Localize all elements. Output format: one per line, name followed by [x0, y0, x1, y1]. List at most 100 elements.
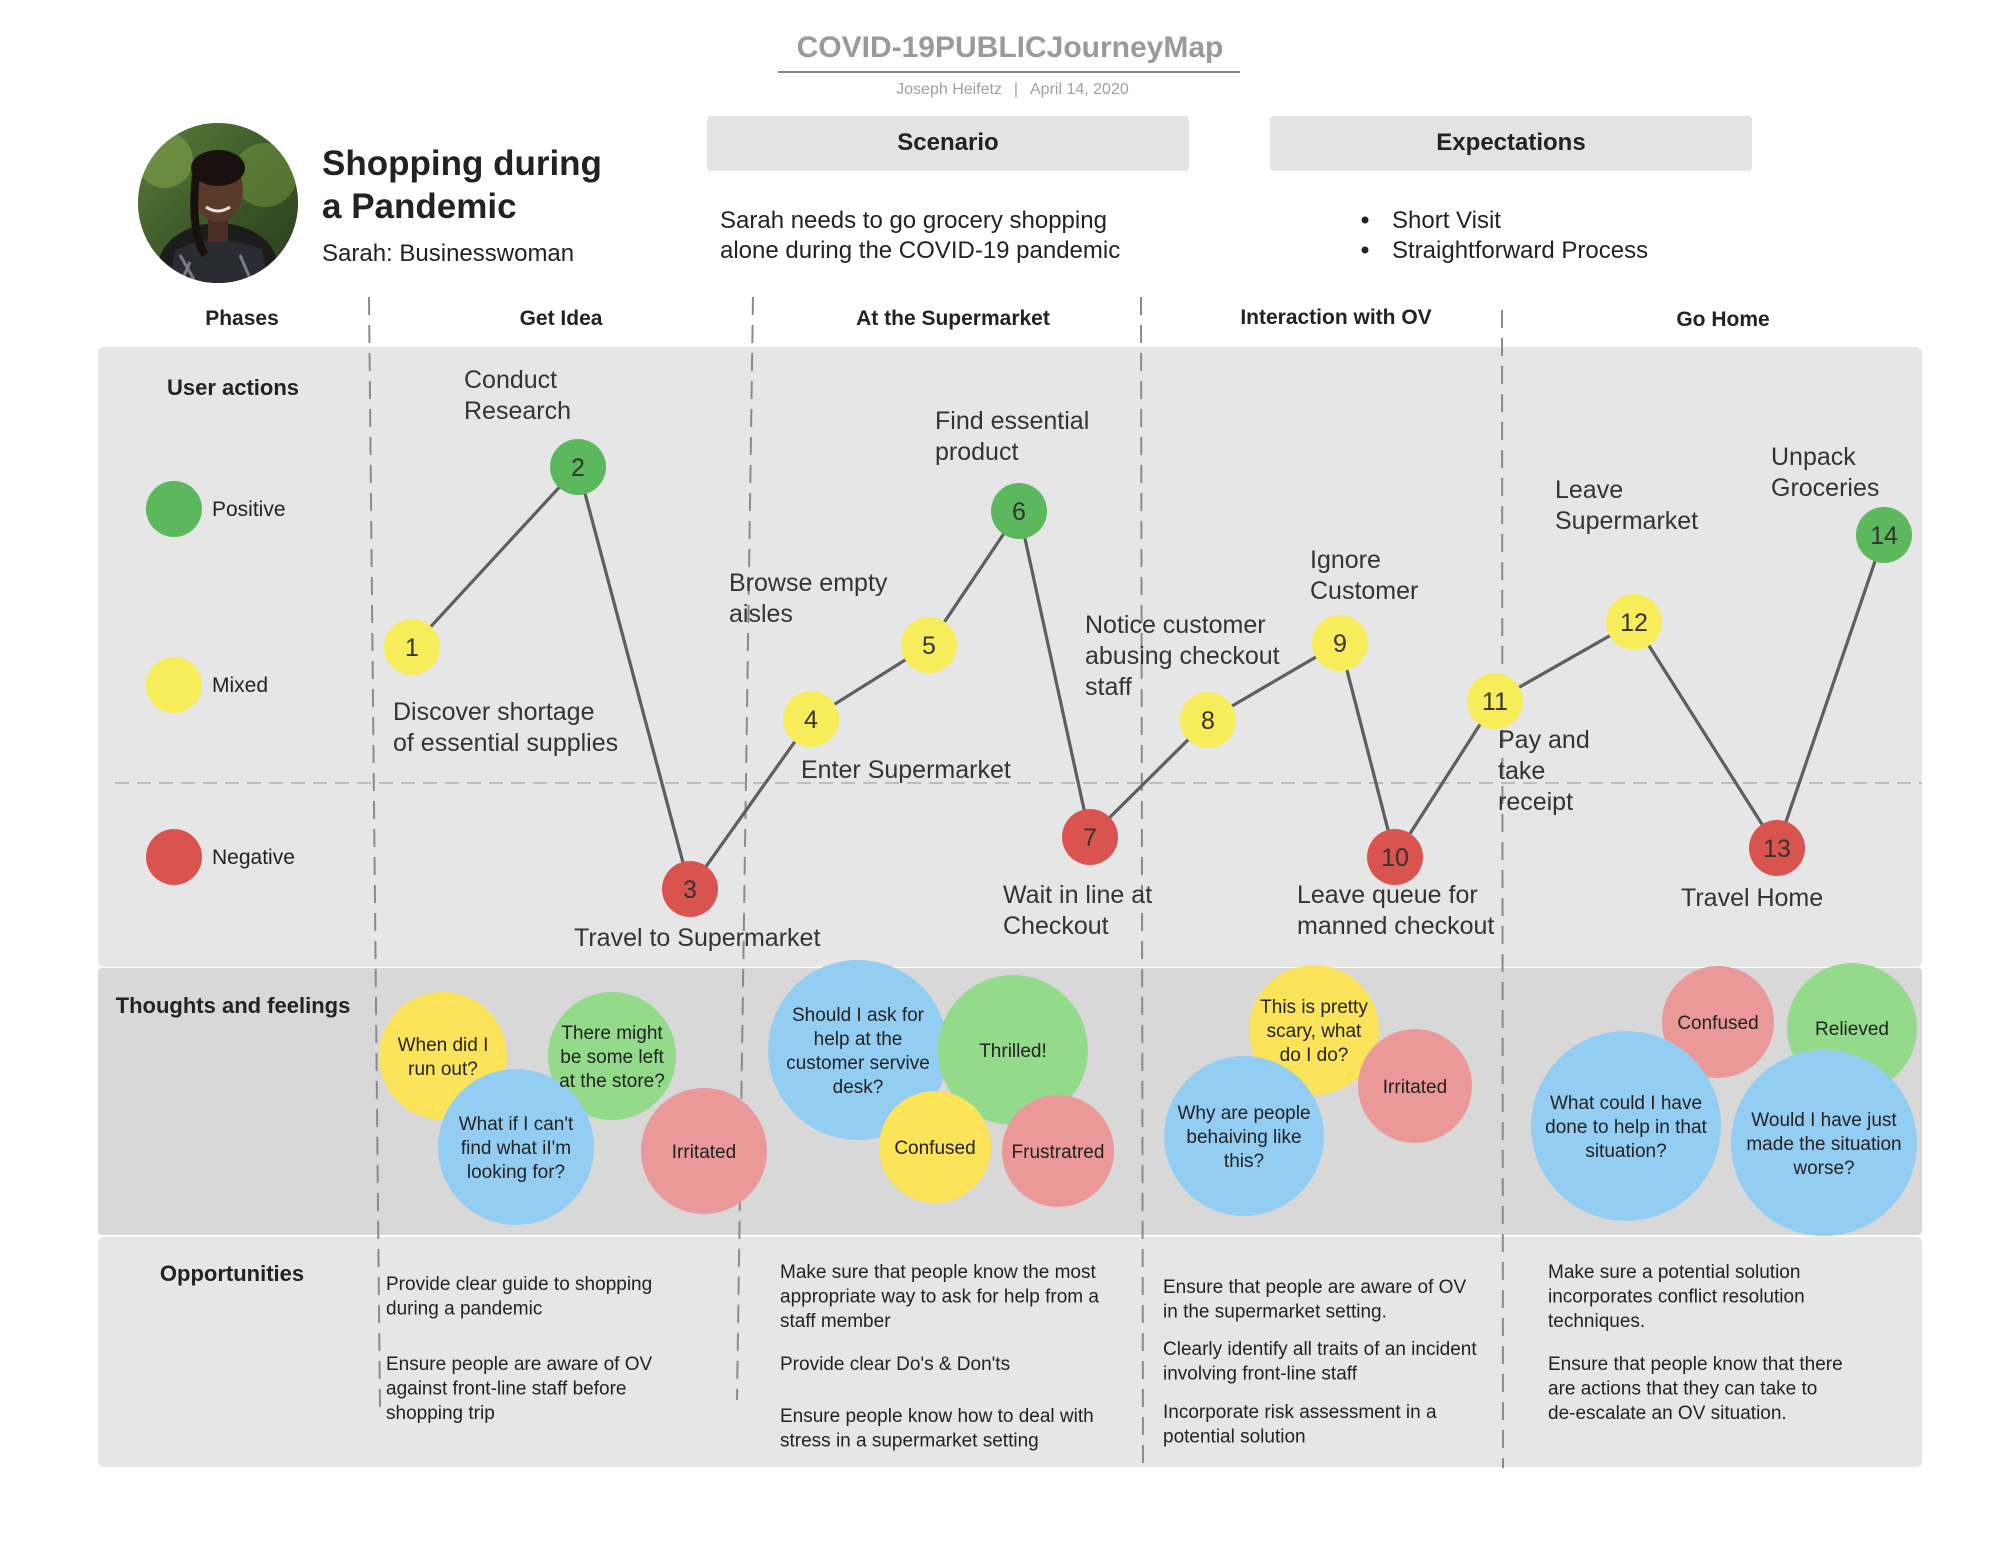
opportunity-item: shopping trip: [386, 1403, 495, 1424]
thought-text: help at the: [814, 1029, 903, 1050]
opportunity-item: appropriate way to ask for help from a: [780, 1287, 1099, 1308]
step-label-10: manned checkout: [1297, 912, 1494, 940]
step-label-14: Groceries: [1771, 474, 1879, 502]
thought-text: What could I have: [1550, 1093, 1702, 1114]
step-number-3: 3: [683, 876, 697, 904]
scenario-text-2: alone during the COVID-19 pandemic: [720, 237, 1120, 264]
step-label-12: Supermarket: [1555, 507, 1698, 535]
header-separator: |: [1014, 81, 1018, 98]
legend-negative-icon: [146, 829, 202, 885]
scenario-text-1: Sarah needs to go grocery shopping: [720, 207, 1107, 234]
thought-text: Why are people: [1177, 1103, 1310, 1124]
thought-text: Should I ask for: [792, 1005, 925, 1026]
step-number-6: 6: [1012, 498, 1026, 526]
step-label-2: Research: [464, 397, 571, 425]
legend-positive-label: Positive: [212, 498, 286, 521]
opportunity-item: de-escalate an OV situation.: [1548, 1403, 1787, 1424]
step-label-5: Browse empty: [729, 569, 888, 597]
opportunity-item: Provide clear Do's & Don'ts: [780, 1354, 1010, 1375]
step-number-11: 11: [1482, 688, 1508, 716]
thought-text: Irritated: [672, 1142, 736, 1163]
opportunity-item: against front-line staff before: [386, 1379, 626, 1400]
opportunity-item: stress in a supermarket setting: [780, 1431, 1039, 1452]
step-number-7: 7: [1083, 824, 1097, 852]
thought-text: desk?: [833, 1077, 884, 1098]
opportunity-item: incorporates conflict resolution: [1548, 1287, 1805, 1308]
thought-text: What if I can't: [459, 1114, 574, 1135]
step-number-10: 10: [1381, 844, 1409, 872]
opportunity-item: during a pandemic: [386, 1299, 542, 1320]
step-number-14: 14: [1870, 522, 1898, 550]
opportunity-item: potential solution: [1163, 1427, 1306, 1448]
journey-map: COVID-19PUBLICJourneyMap Joseph Heifetz …: [98, 31, 1922, 1469]
persona-title-1: Shopping during: [322, 144, 602, 183]
persona-title-2: a Pandemic: [322, 187, 517, 226]
expectation-item: Short Visit: [1392, 207, 1501, 234]
step-label-11: receipt: [1498, 788, 1573, 816]
thought-text: situation?: [1585, 1141, 1666, 1162]
step-label-10: Leave queue for: [1297, 881, 1478, 909]
thought-text: run out?: [408, 1059, 478, 1080]
thought-text: scary, what: [1267, 1021, 1362, 1042]
bullet-icon: [1361, 246, 1369, 254]
thought-text: Would I have just: [1751, 1110, 1897, 1131]
opportunity-item: in the supermarket setting.: [1163, 1302, 1387, 1323]
thought-text: done to help in that: [1545, 1117, 1707, 1138]
step-label-3: Travel to Supermarket: [574, 924, 820, 952]
step-label-11: take: [1498, 757, 1545, 785]
thought-text: looking for?: [467, 1162, 565, 1183]
legend-negative-label: Negative: [212, 846, 295, 869]
step-label-2: Conduct: [464, 366, 557, 394]
step-number-2: 2: [571, 454, 585, 482]
opportunity-item: staff member: [780, 1311, 891, 1332]
thought-text: customer servive: [786, 1053, 930, 1074]
thought-text: When did I: [398, 1035, 489, 1056]
step-label-11: Pay and: [1498, 726, 1590, 754]
legend-mixed-label: Mixed: [212, 674, 268, 697]
opportunity-item: techniques.: [1548, 1311, 1645, 1332]
step-label-7: Checkout: [1003, 912, 1109, 940]
step-label-1: Discover shortage: [393, 698, 594, 726]
thought-text: Relieved: [1815, 1019, 1889, 1040]
expectation-item: Straightforward Process: [1392, 237, 1648, 264]
expectations-label: Expectations: [1436, 129, 1585, 156]
thought-text: Frustratred: [1012, 1142, 1105, 1163]
scenario-label: Scenario: [897, 129, 998, 156]
thought-text: do I do?: [1280, 1045, 1349, 1066]
date: April 14, 2020: [1030, 81, 1129, 98]
phase-interaction-ov: Interaction with OV: [1240, 306, 1431, 329]
step-label-7: Wait in line at: [1003, 881, 1152, 909]
step-label-5: aisles: [729, 600, 793, 628]
opportunity-item: Make sure a potential solution: [1548, 1262, 1800, 1283]
persona-subtitle: Sarah: Businesswoman: [322, 240, 574, 267]
step-number-8: 8: [1201, 707, 1215, 735]
opportunity-item: Provide clear guide to shopping: [386, 1274, 652, 1295]
thought-text: There might: [561, 1023, 663, 1044]
step-label-12: Leave: [1555, 476, 1623, 504]
step-label-9: Customer: [1310, 577, 1418, 605]
step-label-13: Travel Home: [1681, 884, 1823, 912]
phase-at-supermarket: At the Supermarket: [856, 307, 1050, 330]
thought-text: Confused: [1677, 1013, 1758, 1034]
author: Joseph Heifetz: [896, 81, 1002, 98]
thought-text: made the situation: [1746, 1134, 1901, 1155]
thought-text: This is pretty: [1260, 997, 1368, 1018]
step-label-8: abusing checkout: [1085, 642, 1280, 670]
thought-text: this?: [1224, 1151, 1264, 1172]
phases-label: Phases: [205, 307, 279, 330]
opportunities-label: Opportunities: [160, 1261, 304, 1286]
expectations-list: Short Visit Straightforward Process: [1361, 207, 1648, 264]
map-title: COVID-19PUBLICJourneyMap: [797, 31, 1224, 64]
step-label-14: Unpack: [1771, 443, 1856, 471]
thought-text: worse?: [1792, 1158, 1854, 1179]
step-label-9: Ignore: [1310, 546, 1381, 574]
step-number-9: 9: [1333, 630, 1347, 658]
thought-text: Confused: [894, 1138, 975, 1159]
user-actions-label: User actions: [167, 375, 299, 400]
step-number-12: 12: [1620, 609, 1648, 637]
thought-text: Thrilled!: [979, 1041, 1047, 1062]
phase-get-idea: Get Idea: [520, 307, 603, 330]
opportunity-item: Make sure that people know the most: [780, 1262, 1097, 1283]
phase-go-home: Go Home: [1676, 308, 1769, 331]
opportunity-item: Ensure people are aware of OV: [386, 1354, 652, 1375]
